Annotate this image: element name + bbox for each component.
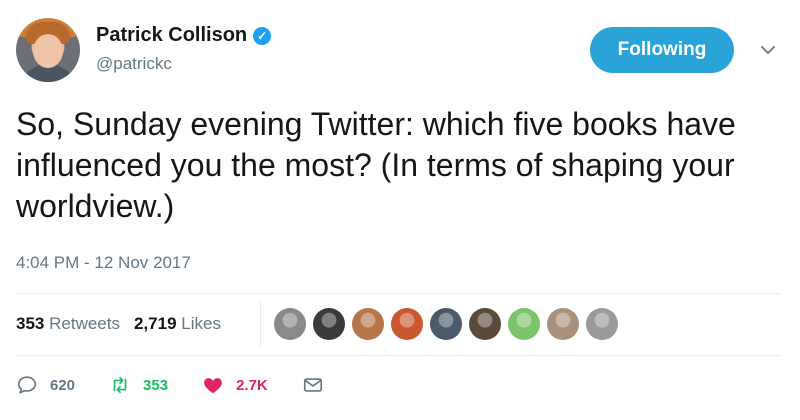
divider-bottom [16,355,780,356]
stats-separator [260,300,261,348]
retweets-count: 353 [16,314,45,333]
liker-avatar-4[interactable] [391,308,423,340]
reply-action[interactable]: 620 [16,374,75,396]
avatar-face [33,34,63,68]
tweet-actions: 620 353 2.7K [16,374,358,396]
liker-avatar-6[interactable] [469,308,501,340]
retweet-icon [113,376,127,394]
reply-icon [17,376,37,394]
likes-label: Likes [181,314,221,333]
like-count: 2.7K [236,376,268,394]
tweet-text: So, Sunday evening Twitter: which five b… [16,106,736,224]
divider-top [16,293,780,294]
liker-avatar-5[interactable] [430,308,462,340]
liker-avatar-9[interactable] [586,308,618,340]
liker-avatar-7[interactable] [508,308,540,340]
retweet-action[interactable]: 353 [109,374,168,396]
liker-avatars [274,308,618,340]
likes-stat[interactable]: 2,719 Likes [134,314,221,334]
author-handle[interactable]: @patrickc [96,54,172,74]
dm-action[interactable] [302,374,324,396]
verified-badge-icon: ✓ [253,26,272,45]
liker-avatar-1[interactable] [274,308,306,340]
author-name[interactable]: Patrick Collison [96,24,247,47]
following-button[interactable]: Following [590,27,734,73]
liker-avatar-8[interactable] [547,308,579,340]
chevron-down-icon[interactable] [760,42,776,58]
heart-icon [204,378,222,394]
tweet-stats: 353 Retweets 2,719 Likes [16,314,221,334]
reply-count: 620 [50,376,76,394]
retweet-count: 353 [143,376,169,394]
like-action[interactable]: 2.7K [202,374,268,396]
liker-avatar-3[interactable] [352,308,384,340]
liker-avatar-2[interactable] [313,308,345,340]
tweet-timestamp[interactable]: 4:04 PM - 12 Nov 2017 [16,253,191,273]
retweets-stat[interactable]: 353 Retweets [16,314,120,334]
author-name-row[interactable]: Patrick Collison ✓ [96,24,272,47]
envelope-icon [303,378,322,392]
likes-count: 2,719 [133,314,177,333]
author-avatar[interactable] [16,18,80,82]
retweets-label: Retweets [49,314,120,333]
